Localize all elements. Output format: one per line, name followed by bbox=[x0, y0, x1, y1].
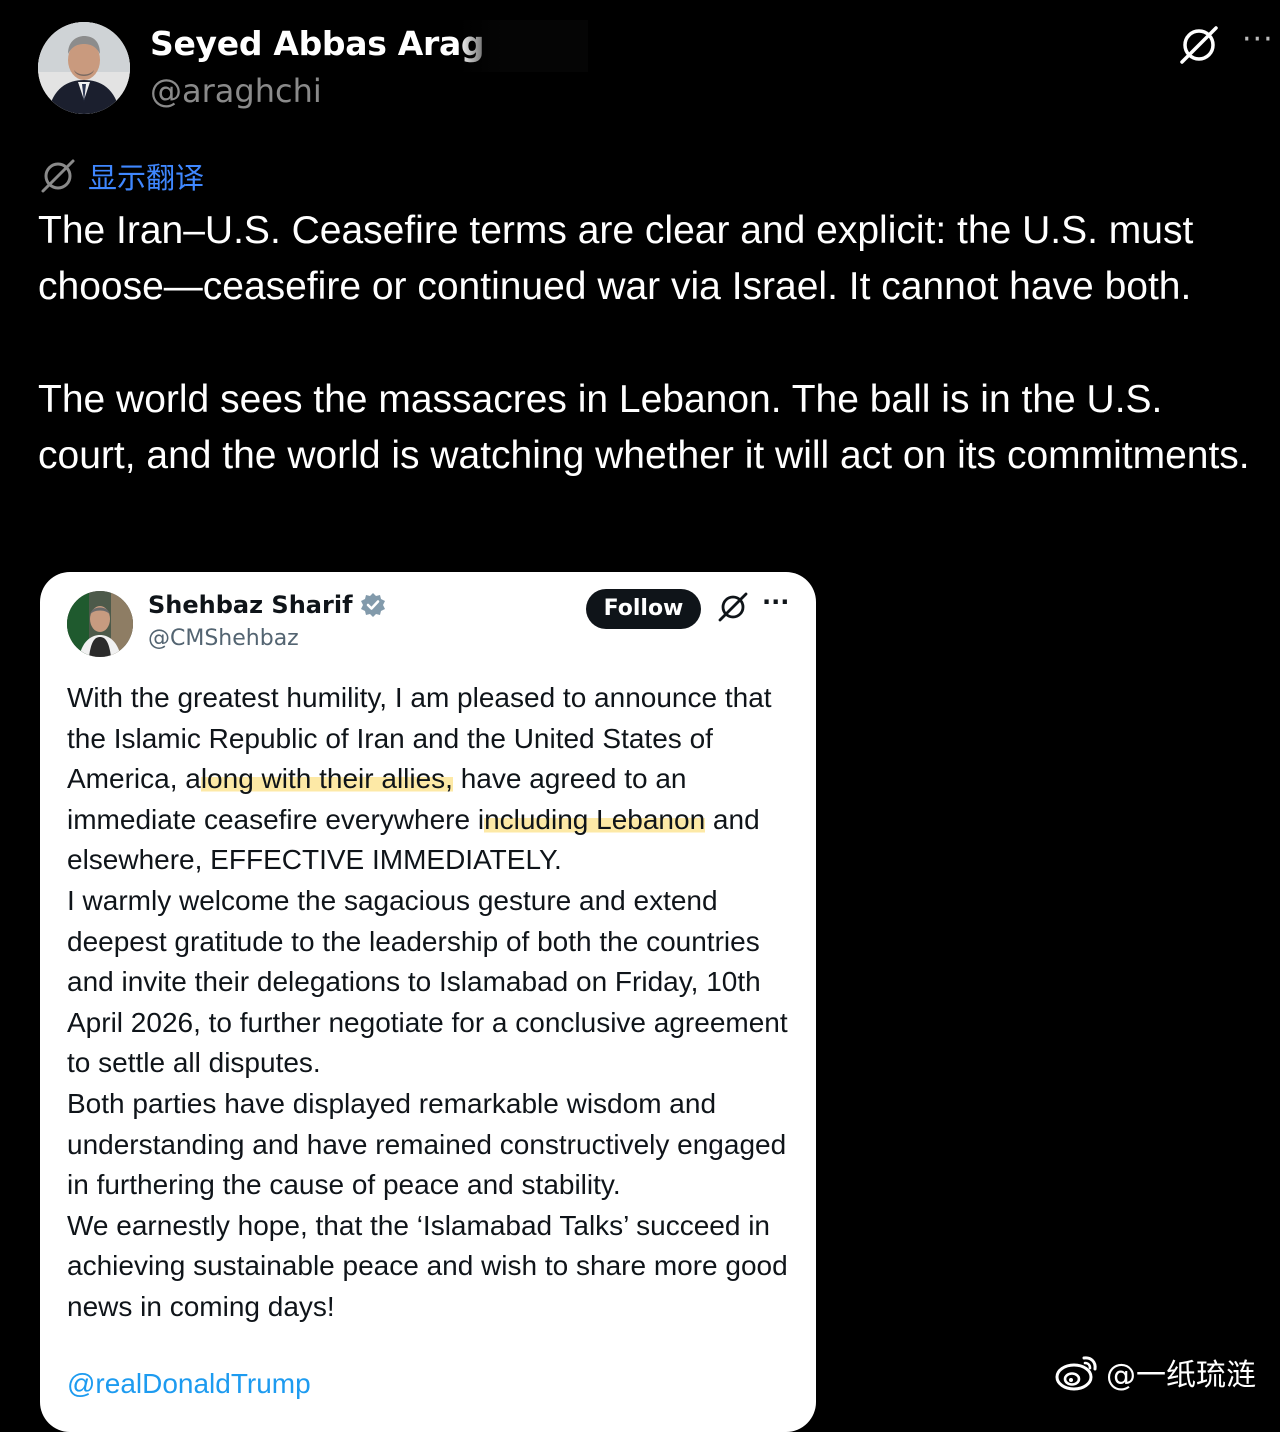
verified-badge-icon bbox=[359, 591, 387, 619]
more-icon[interactable]: ··· bbox=[1242, 24, 1280, 64]
highlighted-text: long with their allies, bbox=[200, 763, 453, 795]
post-paragraph: The world sees the massacres in Lebanon.… bbox=[38, 377, 1250, 477]
follow-button[interactable]: Follow bbox=[586, 589, 701, 629]
post-header: Seyed Abbas Arag @araghchi ··· bbox=[38, 20, 1273, 116]
grok-icon[interactable] bbox=[1176, 22, 1222, 68]
quoted-paragraph: With the greatest humility, I am pleased… bbox=[67, 678, 807, 881]
quoted-author-name-row[interactable]: Shehbaz Sharif bbox=[148, 591, 387, 619]
quoted-author-name[interactable]: Shehbaz Sharif bbox=[148, 591, 353, 619]
quoted-paragraph: We earnestly hope, that the ‘Islamabad T… bbox=[67, 1209, 788, 1322]
post-text: The Iran–U.S. Ceasefire terms are clear … bbox=[38, 203, 1268, 484]
mention-link[interactable]: @realDonaldTrump bbox=[67, 1368, 311, 1400]
weibo-logo-icon bbox=[1054, 1352, 1100, 1392]
highlighted-text: ncluding Lebanon bbox=[484, 803, 706, 835]
watermark: @一纸琉涟 bbox=[1054, 1350, 1256, 1394]
grok-icon bbox=[38, 156, 78, 196]
author-avatar[interactable] bbox=[38, 22, 130, 114]
post-paragraph: The Iran–U.S. Ceasefire terms are clear … bbox=[38, 209, 1194, 309]
quoted-post-card[interactable]: Shehbaz Sharif @CMShehbaz Follow ··· Wit… bbox=[40, 572, 816, 1432]
show-translation-label[interactable]: 显示翻译 bbox=[88, 155, 204, 197]
watermark-text: @一纸琉涟 bbox=[1106, 1358, 1256, 1393]
grok-icon[interactable] bbox=[716, 590, 750, 624]
more-icon[interactable]: ··· bbox=[762, 590, 796, 620]
quoted-paragraph: I warmly welcome the sagacious gesture a… bbox=[67, 884, 788, 1079]
quoted-paragraph: Both parties have displayed remarkable w… bbox=[67, 1087, 787, 1201]
quoted-post-text: With the greatest humility, I am pleased… bbox=[67, 678, 807, 1328]
author-name[interactable]: Seyed Abbas Arag bbox=[150, 24, 485, 63]
show-translation-link[interactable]: 显示翻译 bbox=[38, 154, 204, 198]
quoted-author-avatar[interactable] bbox=[67, 591, 133, 657]
name-truncation-fade bbox=[458, 20, 588, 72]
quoted-author-handle[interactable]: @CMShehbaz bbox=[148, 626, 299, 651]
author-handle[interactable]: @araghchi bbox=[150, 72, 322, 110]
